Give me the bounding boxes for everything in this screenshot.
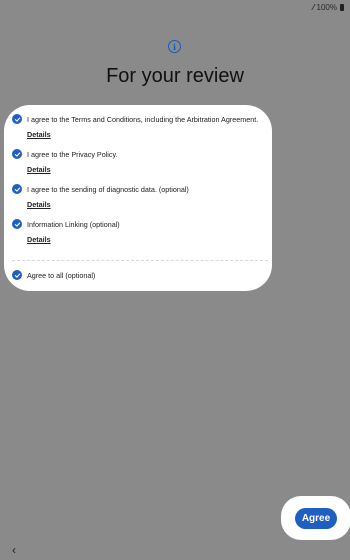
agree-button[interactable]: Agree — [294, 507, 338, 529]
checkbox-diagnostic[interactable] — [12, 184, 22, 194]
checkbox-privacy[interactable] — [12, 149, 22, 159]
navigation-bar: ‹ — [0, 540, 350, 560]
status-bar: ⁄⁄ 100% — [0, 0, 350, 14]
divider — [12, 260, 268, 261]
agreement-label: I agree to the sending of diagnostic dat… — [27, 184, 189, 194]
agreements-card: I agree to the Terms and Conditions, inc… — [4, 105, 272, 291]
checkbox-terms[interactable] — [12, 114, 22, 124]
checkmark-icon — [14, 152, 20, 157]
info-icon: i — [168, 40, 181, 53]
agreement-diagnostic: I agree to the sending of diagnostic dat… — [12, 184, 270, 212]
agreement-terms: I agree to the Terms and Conditions, inc… — [12, 114, 270, 142]
agreement-label: Information Linking (optional) — [27, 219, 120, 229]
agreement-label: I agree to the Privacy Policy. — [27, 149, 118, 159]
details-link-privacy[interactable]: Details — [27, 165, 51, 174]
checkmark-icon — [14, 187, 20, 192]
agreement-label: I agree to the Terms and Conditions, inc… — [27, 114, 259, 124]
checkbox-info-linking[interactable] — [12, 219, 22, 229]
back-chevron-icon[interactable]: ‹ — [12, 543, 16, 557]
battery-percent: 100% — [316, 2, 337, 12]
page-title: For your review — [106, 65, 244, 87]
details-link-diagnostic[interactable]: Details — [27, 200, 51, 209]
details-link-terms[interactable]: Details — [27, 130, 51, 139]
agree-button-highlight: Agree — [281, 496, 350, 540]
checkmark-icon — [14, 273, 20, 278]
checkmark-icon — [14, 222, 20, 227]
checkmark-icon — [14, 117, 20, 122]
agreement-info-linking: Information Linking (optional) Details — [12, 219, 270, 247]
signal-icon: ⁄⁄ — [312, 2, 314, 12]
agreement-privacy: I agree to the Privacy Policy. Details — [12, 149, 270, 177]
details-link-info-linking[interactable]: Details — [27, 235, 51, 244]
battery-icon — [340, 3, 344, 11]
agree-all-label: Agree to all (optional) — [27, 270, 96, 280]
agree-all-row: Agree to all (optional) — [12, 270, 270, 280]
checkbox-agree-all[interactable] — [12, 270, 22, 280]
